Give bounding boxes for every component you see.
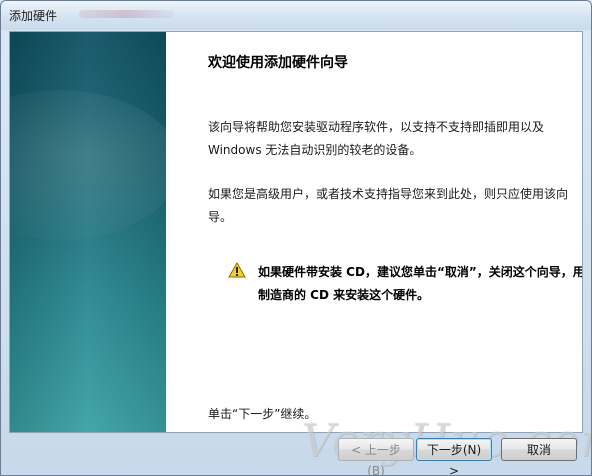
wizard-content: 欢迎使用添加硬件向导 该向导将帮助您安装驱动程序软件，以支持不支持即插即用以及 … (9, 31, 583, 433)
wizard-sidebar-banner (10, 32, 180, 432)
cancel-button[interactable]: 取消 (501, 438, 577, 461)
wizard-heading: 欢迎使用添加硬件向导 (208, 55, 348, 71)
warning-icon (228, 262, 246, 278)
intro-text: 该向导将帮助您安装驱动程序软件，以支持不支持即插即用以及 Windows 无法自… (208, 120, 545, 157)
wizard-main: 欢迎使用添加硬件向导 该向导将帮助您安装驱动程序软件，以支持不支持即插即用以及 … (166, 32, 582, 432)
window-title: 添加硬件 (9, 9, 58, 23)
title-bar[interactable]: 添加硬件 (1, 1, 591, 30)
warning-text: 如果硬件带安装 CD，建议您单击“取消”，关闭这个向导，用制造商的 CD 来安装… (258, 265, 583, 302)
advice-text: 如果您是高级用户，或者技术支持指导您来到此处，则只应使用该向导。 (208, 187, 569, 224)
back-button[interactable]: < 上一步(B) (338, 438, 414, 475)
add-hardware-window: 添加硬件 欢迎使用添加硬件向导 该向导将帮助您安装驱动程序软件，以支持不支持即插… (0, 0, 592, 476)
title-blur-decoration (79, 10, 174, 18)
next-button[interactable]: 下一步(N) > (416, 438, 492, 475)
